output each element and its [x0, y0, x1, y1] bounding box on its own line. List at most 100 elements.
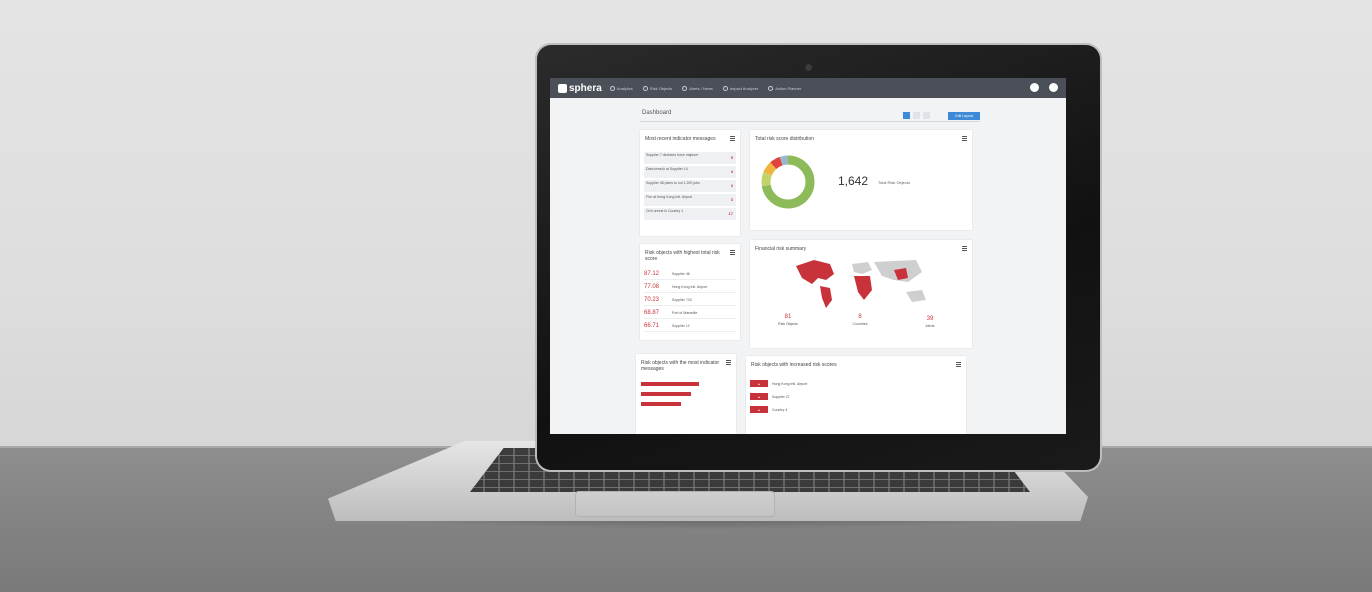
- risk-objects-icon: [642, 85, 648, 91]
- risk-object-name: Supplier 12: [672, 323, 690, 328]
- stat-label: Countries: [852, 322, 868, 326]
- map-region-south-america: [820, 286, 832, 308]
- layout-three-column-button[interactable]: [923, 112, 930, 119]
- card-title: Risk objects with increased risk scores: [751, 362, 837, 368]
- layout-toggle: [903, 112, 930, 119]
- table-row[interactable]: 70.23 Supplier 743: [644, 294, 736, 306]
- item-count: 4: [730, 169, 733, 174]
- layout-one-column-button[interactable]: [903, 112, 910, 119]
- nav-action-planner[interactable]: Action Planner: [768, 85, 802, 91]
- increase-badge: ▲: [750, 406, 768, 413]
- item-text: Data breach at Supplier 14: [646, 167, 688, 171]
- table-row[interactable]: 77.08 Hong Kong Intl. Airport: [644, 281, 736, 293]
- risk-object-name: Hong Kong Intl. Airport: [772, 381, 808, 386]
- map-region-australia: [906, 290, 926, 302]
- user-icon[interactable]: [1049, 83, 1058, 92]
- stat-label: Alerts: [925, 324, 935, 328]
- risk-object-name: Port of Marseille: [672, 310, 698, 315]
- card-highest-risk: Risk objects with highest total risk sco…: [640, 244, 740, 340]
- card-most-indicators: Risk objects with the most indicator mes…: [636, 354, 736, 434]
- laptop-trackpad: [575, 491, 775, 517]
- table-row[interactable]: 66.71 Supplier 12: [644, 320, 736, 332]
- stat-value: 8: [858, 314, 862, 320]
- top-navigation-bar: sphera Analytics Risk Objects Alerts / N…: [550, 78, 1066, 98]
- menu-icon[interactable]: [730, 136, 735, 141]
- item-count: 3: [730, 197, 733, 202]
- list-item[interactable]: Civil unrest in Country 1 17: [644, 208, 736, 220]
- risk-score: 70.23: [644, 296, 660, 303]
- nav-analytics[interactable]: Analytics: [609, 85, 633, 91]
- nav-label: Action Planner: [775, 85, 802, 91]
- card-title: Risk objects with highest total risk sco…: [645, 250, 720, 262]
- card-title: Financial risk summary: [755, 246, 807, 252]
- menu-icon[interactable]: [730, 250, 735, 255]
- list-item[interactable]: Supplier 48 plans to cut 1,200 jobs 3: [644, 180, 736, 192]
- indicator-bar: [641, 382, 699, 386]
- item-text: Fire at Hong Kong Intl. Airport: [646, 195, 693, 199]
- menu-icon[interactable]: [726, 360, 731, 365]
- card-indicator-messages: Most recent indicator messages Supplier …: [640, 130, 740, 236]
- nav-label: Impact Analyzer: [729, 85, 759, 91]
- world-map: [796, 260, 926, 308]
- item-text: Civil unrest in Country 1: [646, 209, 684, 213]
- increase-badge: ▲: [750, 380, 768, 387]
- item-count: 5: [730, 155, 733, 160]
- card-increased-risk: Risk objects with increased risk scores …: [746, 356, 966, 434]
- nav-alerts-news[interactable]: Alerts / News: [682, 85, 713, 91]
- card-title: Risk objects with the most indicator mes…: [641, 360, 720, 372]
- list-item[interactable]: Fire at Hong Kong Intl. Airport 3: [644, 194, 736, 206]
- total-risk-number: 1,642: [838, 174, 869, 188]
- brand-name: sphera: [569, 82, 602, 94]
- item-count: 17: [728, 211, 733, 216]
- menu-icon[interactable]: [956, 362, 961, 367]
- risk-object-name: Supplier 46: [672, 271, 690, 276]
- edit-layout-button[interactable]: Edit Layout: [948, 112, 980, 120]
- page-title: Dashboard: [642, 110, 672, 116]
- planner-icon: [768, 85, 774, 91]
- nav-risk-objects[interactable]: Risk Objects: [642, 85, 672, 91]
- risk-score: 87.12: [644, 270, 660, 277]
- gear-icon[interactable]: [1030, 83, 1039, 92]
- divider: [640, 121, 980, 122]
- card-title: Most recent indicator messages: [645, 136, 716, 142]
- brand-logo[interactable]: sphera: [558, 83, 602, 94]
- risk-score: 68.87: [644, 309, 660, 316]
- list-item[interactable]: Data breach at Supplier 14 4: [644, 166, 736, 178]
- risk-score: 66.71: [644, 322, 660, 329]
- list-item[interactable]: Supplier 7 declares force majeure 5: [644, 152, 736, 164]
- risk-score: 77.08: [644, 283, 660, 290]
- camera-icon: [805, 64, 812, 71]
- bell-icon: [682, 85, 688, 91]
- list-item[interactable]: ▲ Hong Kong Intl. Airport: [750, 378, 950, 389]
- impact-icon: [722, 85, 728, 91]
- indicator-bar: [641, 402, 681, 406]
- increase-badge: ▲: [750, 393, 768, 400]
- stat-value: 81: [784, 314, 792, 320]
- list-item[interactable]: ▲ Supplier 27: [750, 391, 950, 402]
- risk-donut-chart: [761, 155, 815, 209]
- nav-label: Alerts / News: [689, 85, 713, 91]
- layout-two-column-button[interactable]: [913, 112, 920, 119]
- map-region-europe: [852, 262, 872, 274]
- nav-impact-analyzer[interactable]: Impact Analyzer: [722, 85, 759, 91]
- item-text: Supplier 7 declares force majeure: [646, 153, 699, 157]
- map-region-africa: [854, 276, 872, 300]
- total-risk-label: Total Risk Objects: [878, 180, 911, 185]
- item-text: Supplier 48 plans to cut 1,200 jobs: [646, 181, 700, 185]
- menu-icon[interactable]: [962, 246, 967, 251]
- main-nav: Analytics Risk Objects Alerts / News Imp…: [609, 85, 802, 91]
- map-region-north-america: [796, 260, 834, 284]
- item-count: 3: [730, 183, 733, 188]
- analytics-icon: [609, 85, 615, 91]
- sphera-logo-icon: [558, 83, 567, 93]
- stat-label: Risk Objects: [778, 322, 798, 326]
- indicator-bar: [641, 392, 691, 396]
- stat-value: 39: [926, 316, 934, 322]
- risk-object-name: Hong Kong Intl. Airport: [672, 284, 708, 289]
- table-row[interactable]: 68.87 Port of Marseille: [644, 307, 736, 319]
- menu-icon[interactable]: [962, 136, 967, 141]
- card-total-risk: Total risk score distribution 1,642 Tota…: [750, 130, 972, 230]
- list-item[interactable]: ▲ Country 4: [750, 404, 950, 415]
- table-row[interactable]: 87.12 Supplier 46: [644, 268, 736, 280]
- risk-object-name: Supplier 743: [672, 297, 692, 302]
